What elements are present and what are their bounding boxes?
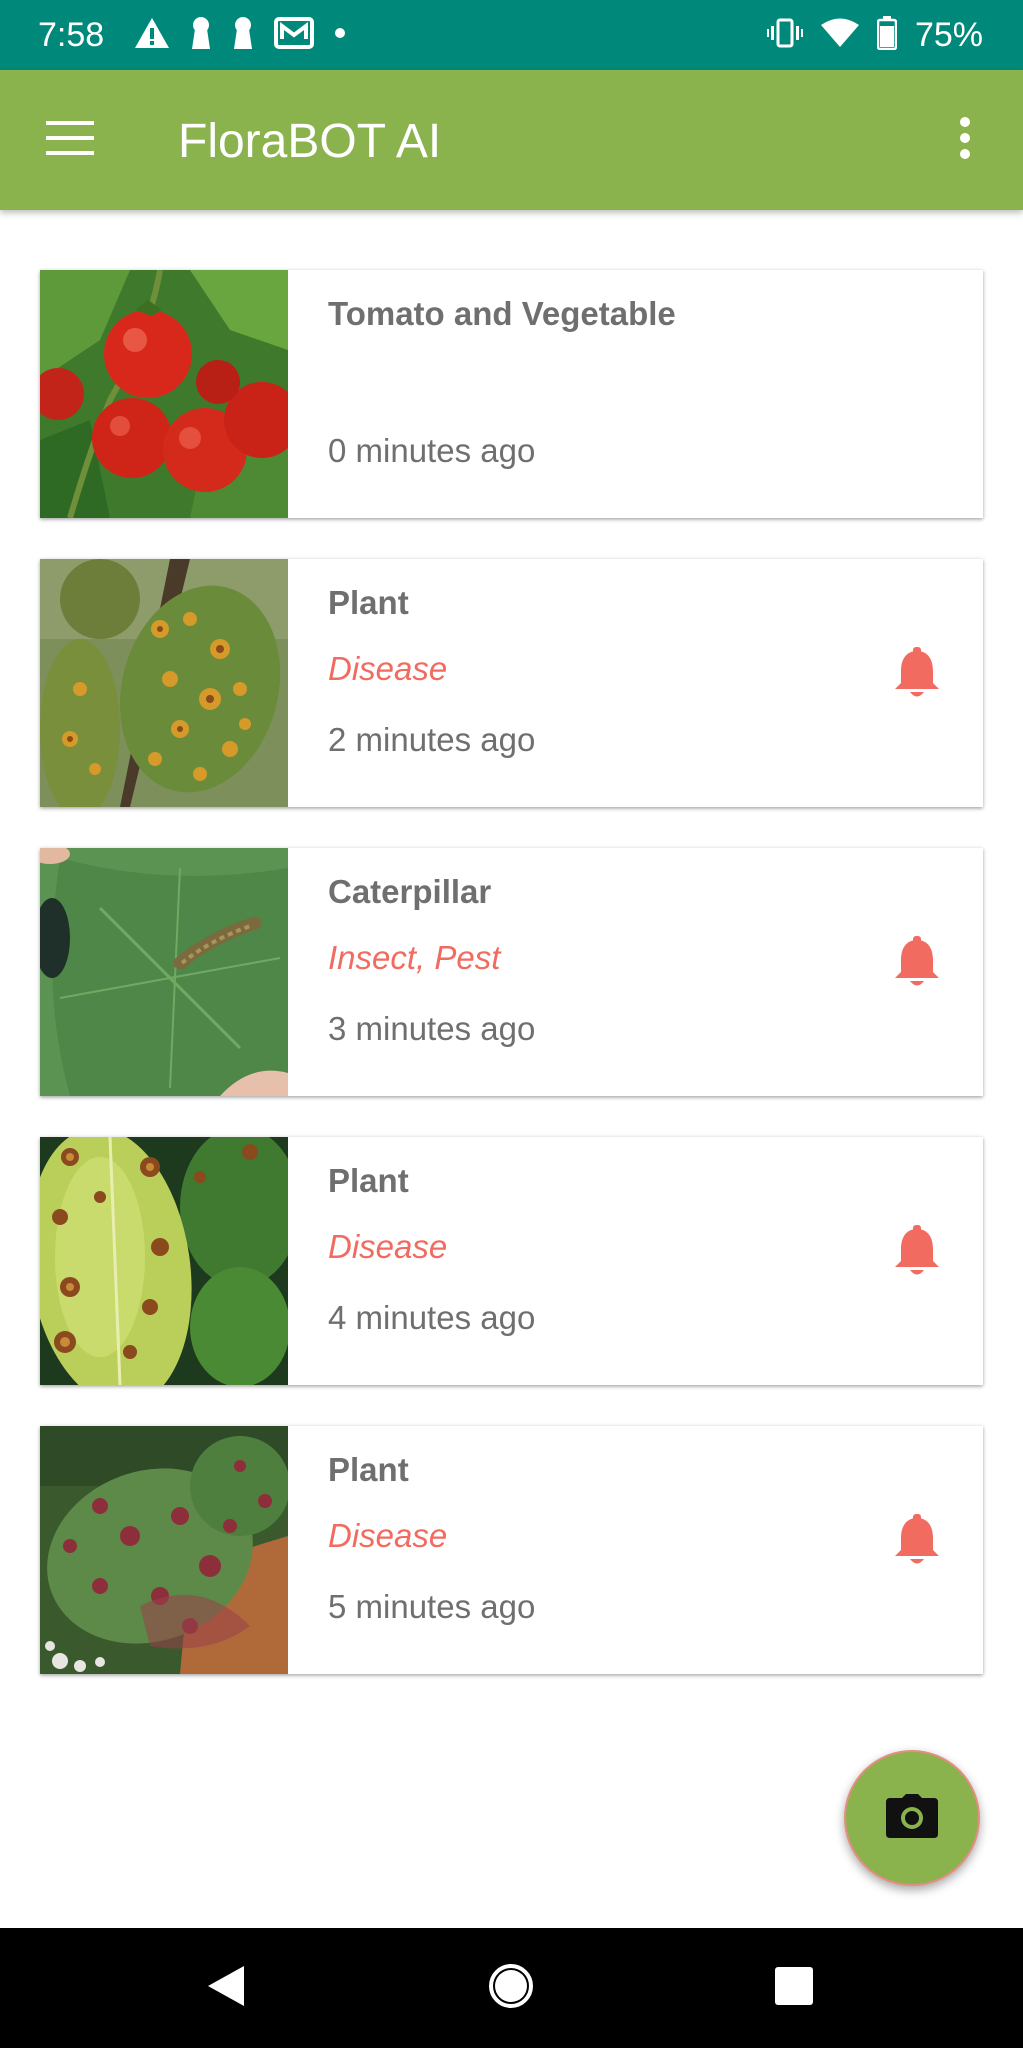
card-title: Plant xyxy=(328,584,409,621)
card-tag: Disease xyxy=(328,1228,448,1265)
card-time: 2 minutes ago xyxy=(328,721,536,758)
card-tag: Disease xyxy=(328,1517,448,1554)
card-title: Tomato and Vegetable xyxy=(328,295,676,332)
card-tag: Disease xyxy=(328,650,448,687)
overflow-menu-button[interactable] xyxy=(933,106,997,174)
card-tag: Insect, Pest xyxy=(328,939,501,976)
battery-icon xyxy=(876,15,898,55)
recents-button[interactable] xyxy=(764,1958,824,2018)
leaf-blight-photo xyxy=(40,1426,288,1674)
card-title: Plant xyxy=(328,1451,409,1488)
keyhole-icon xyxy=(232,16,254,55)
system-nav-bar xyxy=(0,1928,1023,2048)
back-button[interactable] xyxy=(196,1958,256,2018)
camera-icon xyxy=(886,1793,938,1843)
app-title: FloraBOT AI xyxy=(178,115,442,168)
menu-button[interactable] xyxy=(30,106,110,174)
battery-percent: 75% xyxy=(914,16,983,54)
keyhole-icon xyxy=(190,16,212,55)
card-time: 5 minutes ago xyxy=(328,1588,536,1625)
home-button[interactable] xyxy=(481,1958,541,2018)
dot-icon xyxy=(334,26,346,44)
card-time: 3 minutes ago xyxy=(328,1010,536,1047)
detection-list: Tomato and Vegetable 0 minutes ago Plant… xyxy=(40,270,983,1715)
alert-bell-icon[interactable] xyxy=(893,647,941,699)
recents-icon xyxy=(775,1966,813,2010)
home-icon xyxy=(487,1962,535,2015)
back-icon xyxy=(206,1964,246,2013)
card-title: Caterpillar xyxy=(328,873,492,910)
detection-card[interactable]: Plant Disease 5 minutes ago xyxy=(40,1426,983,1674)
camera-fab[interactable] xyxy=(844,1750,980,1886)
app-bar: FloraBOT AI xyxy=(0,70,1023,210)
status-time: 7:58 xyxy=(38,16,105,54)
detection-card[interactable]: Plant Disease 2 minutes ago xyxy=(40,559,983,807)
hamburger-menu-icon xyxy=(46,120,94,160)
card-time: 4 minutes ago xyxy=(328,1299,536,1336)
status-bar: 7:58 75% xyxy=(0,0,1023,70)
detection-card[interactable]: Tomato and Vegetable 0 minutes ago xyxy=(40,270,983,518)
caterpillar-photo xyxy=(40,848,288,1096)
status-notification-icons xyxy=(134,16,346,55)
vibrate-icon xyxy=(766,18,803,53)
alert-bell-icon[interactable] xyxy=(893,1225,941,1277)
gmail-icon xyxy=(274,16,314,54)
wifi-icon xyxy=(820,18,859,53)
card-title: Plant xyxy=(328,1162,409,1199)
alert-bell-icon[interactable] xyxy=(893,936,941,988)
card-time: 0 minutes ago xyxy=(328,432,536,469)
detection-card[interactable]: Caterpillar Insect, Pest 3 minutes ago xyxy=(40,848,983,1096)
detection-card[interactable]: Plant Disease 4 minutes ago xyxy=(40,1137,983,1385)
alert-bell-icon[interactable] xyxy=(893,1514,941,1566)
leaf-spot-photo xyxy=(40,1137,288,1385)
more-vert-icon xyxy=(959,116,971,164)
alert-icon xyxy=(134,17,170,54)
leaf-rust-photo xyxy=(40,559,288,807)
tomato-photo xyxy=(40,270,288,518)
status-system-icons: 75% xyxy=(766,14,983,56)
